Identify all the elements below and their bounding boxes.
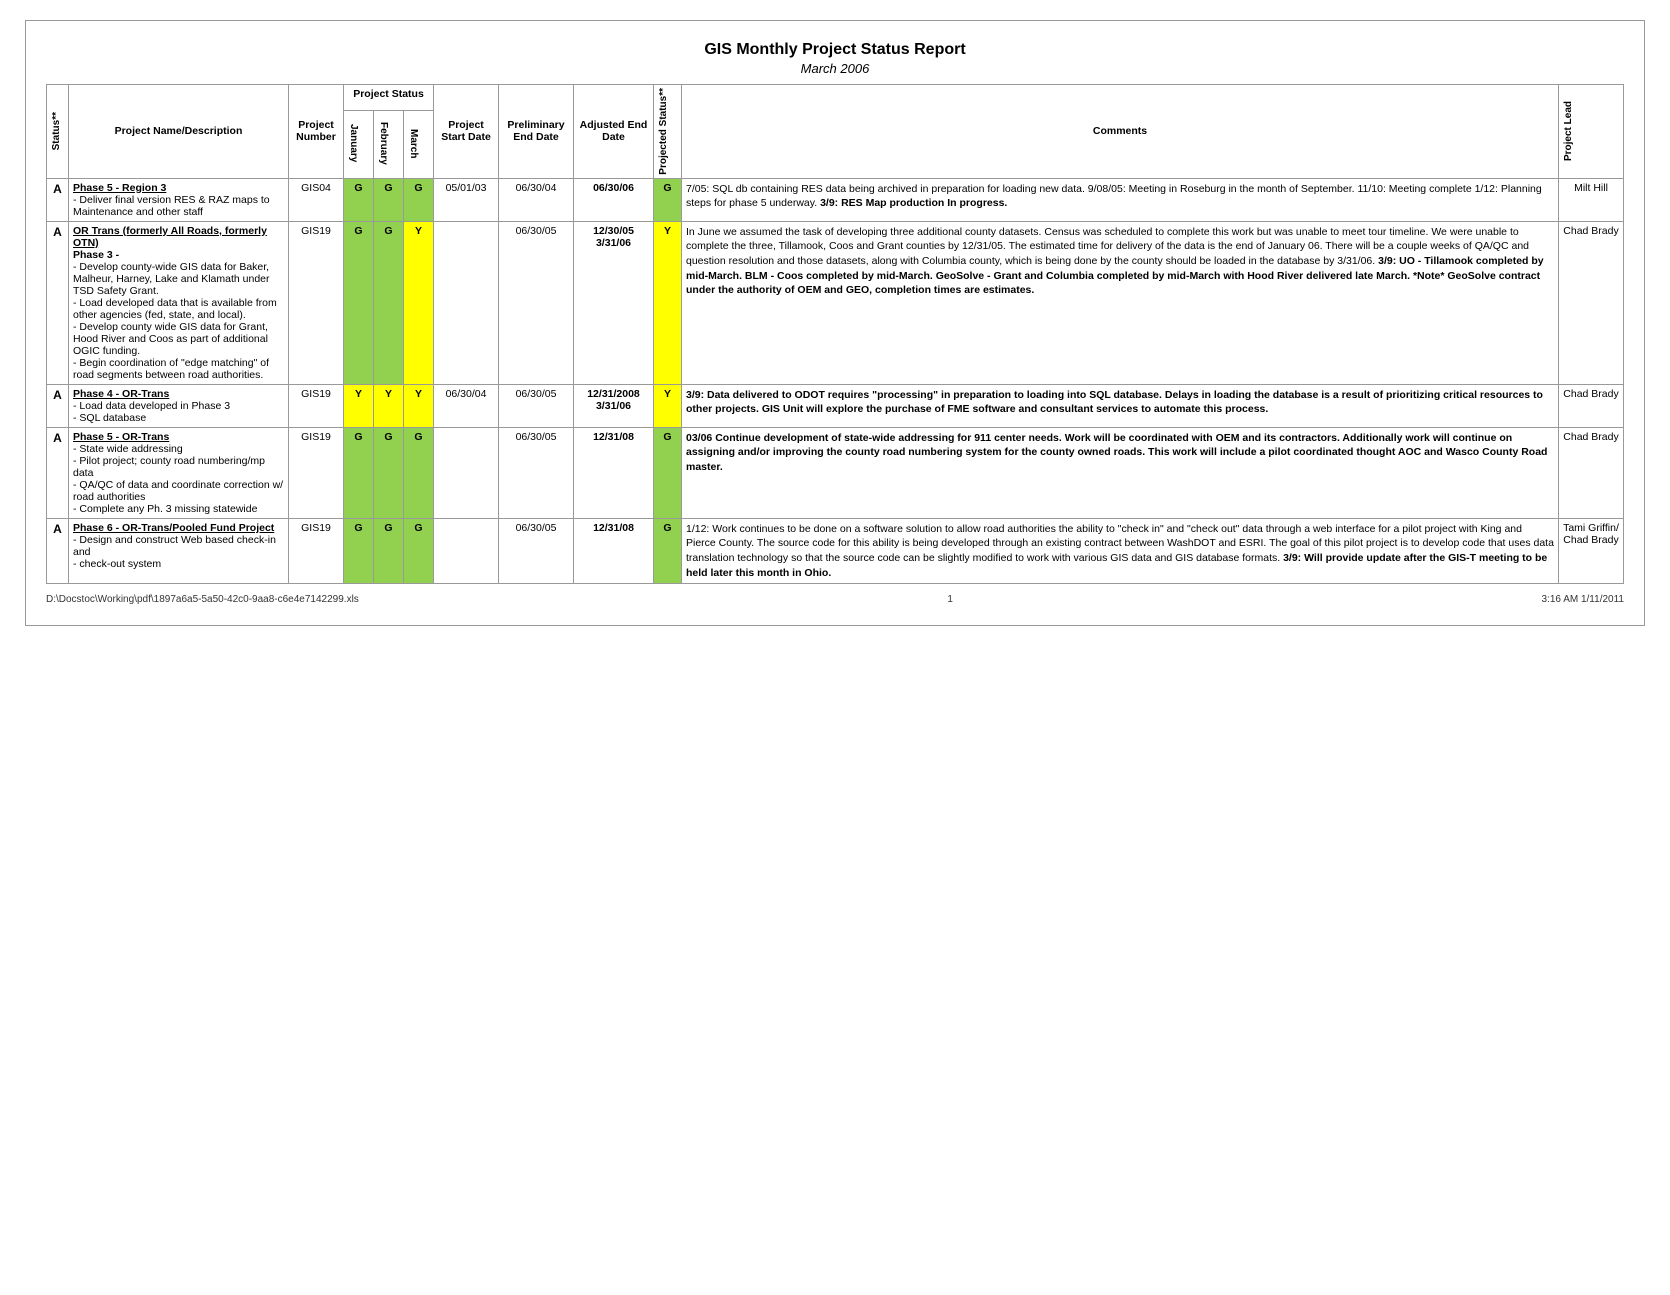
row-projstatus-cell: G <box>654 427 682 518</box>
comments-header: Comments <box>682 85 1559 179</box>
row-jan-cell: G <box>344 221 374 384</box>
row-adjend-cell: 12/31/08 <box>574 427 654 518</box>
adjend-header: Adjusted End Date <box>574 85 654 179</box>
row-startdate-cell: 06/30/04 <box>434 384 499 427</box>
row-feb-cell: G <box>374 518 404 584</box>
row-mar-cell: G <box>404 178 434 221</box>
row-mar-cell: Y <box>404 221 434 384</box>
row-prelimend-cell: 06/30/05 <box>499 518 574 584</box>
table-row: APhase 5 - OR-Trans- State wide addressi… <box>47 427 1624 518</box>
row-feb-cell: Y <box>374 384 404 427</box>
row-jan-cell: G <box>344 518 374 584</box>
row-projnum-cell: GIS19 <box>289 221 344 384</box>
row-name-cell: OR Trans (formerly All Roads, formerly O… <box>69 221 289 384</box>
row-mar-cell: Y <box>404 384 434 427</box>
row-projnum-cell: GIS19 <box>289 427 344 518</box>
table-row: AOR Trans (formerly All Roads, formerly … <box>47 221 1624 384</box>
table-row: APhase 6 - OR-Trans/Pooled Fund Project-… <box>47 518 1624 584</box>
projlead-header: Project Lead <box>1559 85 1624 179</box>
projstatus-header: Projected Status** <box>654 85 682 179</box>
row-status-cell: A <box>47 178 69 221</box>
footer-left: D:\Docstoc\Working\pdf\1897a6a5-5a50-42c… <box>46 594 359 605</box>
footer: D:\Docstoc\Working\pdf\1897a6a5-5a50-42c… <box>46 594 1624 605</box>
project-status-group: Project Status <box>344 85 434 111</box>
row-startdate-cell <box>434 518 499 584</box>
row-adjend-cell: 12/31/08 <box>574 518 654 584</box>
row-startdate-cell <box>434 427 499 518</box>
row-projlead-cell: Chad Brady <box>1559 427 1624 518</box>
table-row: APhase 5 - Region 3- Deliver final versi… <box>47 178 1624 221</box>
row-mar-cell: G <box>404 518 434 584</box>
report-table: Status** Project Name/Description Projec… <box>46 84 1624 584</box>
row-status-cell: A <box>47 427 69 518</box>
row-status-cell: A <box>47 384 69 427</box>
report-title: GIS Monthly Project Status Report <box>46 41 1624 59</box>
report-subtitle: March 2006 <box>46 61 1624 76</box>
row-projnum-cell: GIS04 <box>289 178 344 221</box>
row-name-cell: Phase 5 - Region 3- Deliver final versio… <box>69 178 289 221</box>
row-mar-cell: G <box>404 427 434 518</box>
row-projlead-cell: Milt Hill <box>1559 178 1624 221</box>
row-startdate-cell: 05/01/03 <box>434 178 499 221</box>
jan-header: January <box>344 110 374 178</box>
row-projlead-cell: Chad Brady <box>1559 221 1624 384</box>
row-adjend-cell: 06/30/06 <box>574 178 654 221</box>
row-projlead-cell: Chad Brady <box>1559 384 1624 427</box>
startdate-header: Project Start Date <box>434 85 499 179</box>
row-name-cell: Phase 5 - OR-Trans- State wide addressin… <box>69 427 289 518</box>
row-jan-cell: G <box>344 427 374 518</box>
row-projnum-cell: GIS19 <box>289 518 344 584</box>
row-jan-cell: Y <box>344 384 374 427</box>
row-name-cell: Phase 6 - OR-Trans/Pooled Fund Project- … <box>69 518 289 584</box>
row-status-cell: A <box>47 518 69 584</box>
table-row: APhase 4 - OR-Trans- Load data developed… <box>47 384 1624 427</box>
row-projstatus-cell: G <box>654 178 682 221</box>
row-jan-cell: G <box>344 178 374 221</box>
row-projlead-cell: Tami Griffin/ Chad Brady <box>1559 518 1624 584</box>
row-prelimend-cell: 06/30/05 <box>499 221 574 384</box>
row-comments-cell: 7/05: SQL db containing RES data being a… <box>682 178 1559 221</box>
row-comments-cell: 03/06 Continue development of state-wide… <box>682 427 1559 518</box>
row-feb-cell: G <box>374 427 404 518</box>
name-header: Project Name/Description <box>69 85 289 179</box>
row-startdate-cell <box>434 221 499 384</box>
report-page: GIS Monthly Project Status Report March … <box>25 20 1645 626</box>
row-adjend-cell: 12/30/053/31/06 <box>574 221 654 384</box>
row-comments-cell: 1/12: Work continues to be done on a sof… <box>682 518 1559 584</box>
footer-center: 1 <box>947 594 953 605</box>
row-feb-cell: G <box>374 178 404 221</box>
row-projstatus-cell: G <box>654 518 682 584</box>
row-feb-cell: G <box>374 221 404 384</box>
row-projstatus-cell: Y <box>654 384 682 427</box>
row-adjend-cell: 12/31/20083/31/06 <box>574 384 654 427</box>
projnum-header: Project Number <box>289 85 344 179</box>
row-prelimend-cell: 06/30/05 <box>499 384 574 427</box>
row-prelimend-cell: 06/30/05 <box>499 427 574 518</box>
prelimend-header: Preliminary End Date <box>499 85 574 179</box>
footer-right: 3:16 AM 1/11/2011 <box>1542 594 1624 605</box>
mar-header: March <box>404 110 434 178</box>
status-header: Status** <box>47 85 69 179</box>
row-prelimend-cell: 06/30/04 <box>499 178 574 221</box>
row-name-cell: Phase 4 - OR-Trans- Load data developed … <box>69 384 289 427</box>
row-projstatus-cell: Y <box>654 221 682 384</box>
row-comments-cell: In June we assumed the task of developin… <box>682 221 1559 384</box>
row-projnum-cell: GIS19 <box>289 384 344 427</box>
row-comments-cell: 3/9: Data delivered to ODOT requires "pr… <box>682 384 1559 427</box>
row-status-cell: A <box>47 221 69 384</box>
feb-header: February <box>374 110 404 178</box>
